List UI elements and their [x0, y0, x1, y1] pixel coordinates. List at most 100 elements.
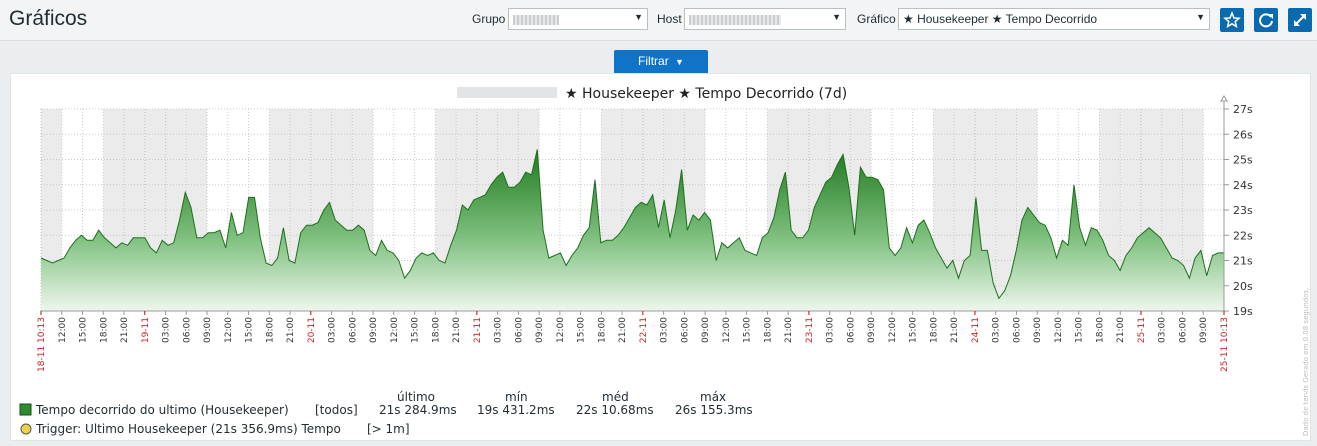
- y-tick-label: 24s: [1233, 179, 1253, 192]
- legend-item1-min: 19s 431.2ms: [477, 403, 555, 417]
- x-tick-label: 21:00: [784, 317, 794, 343]
- chevron-down-icon: ▼: [634, 12, 643, 22]
- y-axis-arrow: [1220, 95, 1228, 102]
- x-tick-label: 21:00: [286, 317, 296, 343]
- x-tick-label: 18:00: [99, 317, 109, 343]
- graph-panel: 19s 20s 21s 22s 23s 24s 25s 26s 27s 18-11 10:13 1…: [10, 73, 1311, 441]
- x-tick-label: 21:00: [120, 317, 130, 343]
- x-tick-label: 09:00: [1199, 317, 1209, 343]
- legend-item2-cond: [> 1m]: [367, 422, 410, 436]
- x-tick-label: 03:00: [992, 317, 1002, 343]
- x-tick-label: 21-11: [473, 317, 483, 343]
- refresh-button[interactable]: [1254, 8, 1278, 32]
- legend-item1-name: Tempo decorrido do ultimo (Housekeeper): [35, 403, 289, 417]
- x-tick-label: 21:00: [950, 317, 960, 343]
- x-tick-label: 18-11 10:13: [37, 317, 47, 372]
- y-tick-label: 21s: [1233, 255, 1253, 268]
- filter-toggle-button[interactable]: Filtrar ▼: [614, 50, 708, 73]
- x-tick-label: 15:00: [577, 317, 587, 343]
- graph-select-value: ★ Housekeeper ★ Tempo Decorrido: [903, 12, 1098, 26]
- y-tick-label: 25s: [1233, 154, 1253, 167]
- x-tick-label: 21:00: [452, 317, 462, 343]
- x-tick-label: 22-11: [639, 317, 649, 343]
- legend-item1-func: [todos]: [315, 403, 358, 417]
- x-tick-label: 09:00: [203, 317, 213, 343]
- x-tick-label: 06:00: [182, 317, 192, 343]
- graph-chart: 19s 20s 21s 22s 23s 24s 25s 26s 27s 18-11 10:13 1…: [19, 86, 1310, 436]
- x-tick-label: 06:00: [1178, 317, 1188, 343]
- x-tick-label: 03:00: [328, 317, 338, 343]
- x-tick-label: 15:00: [909, 317, 919, 343]
- x-tick-label: 06:00: [1012, 317, 1022, 343]
- graph-title: ★ Housekeeper ★ Tempo Decorrido (7d): [457, 86, 847, 102]
- x-tick-label: 18:00: [763, 317, 773, 343]
- x-tick-label: 18:00: [597, 317, 607, 343]
- x-tick-label: 12:00: [556, 317, 566, 343]
- y-tick-label: 20s: [1233, 280, 1253, 293]
- legend-header-max: máx: [700, 390, 726, 404]
- graph-side-note: Dado de tends Gerado em 0.08 segundos.: [1302, 288, 1310, 436]
- group-value-redacted: [513, 14, 559, 25]
- x-tick-label: 09:00: [369, 317, 379, 343]
- graph-title-host-redacted: [457, 87, 557, 98]
- host-label: Host: [657, 12, 682, 26]
- x-tick-label: 12:00: [888, 317, 898, 343]
- x-tick-label: 09:00: [1033, 317, 1043, 343]
- x-tick-label: 15:00: [1075, 317, 1085, 343]
- star-icon: [1223, 10, 1241, 29]
- legend-header-min: mín: [505, 390, 528, 404]
- legend-swatch-series: [19, 403, 32, 416]
- x-tick-label: 09:00: [701, 317, 711, 343]
- legend: último mín méd máx Tempo decorrido do ul…: [19, 390, 753, 436]
- page-header: Gráficos Grupo ▼ Host ▼ Gráfico ★ Housek…: [0, 0, 1317, 41]
- y-tick-label: 23s: [1233, 204, 1253, 217]
- x-tick-label: 12:00: [1054, 317, 1064, 343]
- legend-item1-max: 26s 155.3ms: [675, 403, 753, 417]
- x-tick-label: 15:00: [79, 317, 89, 343]
- x-tick-label: 12:00: [722, 317, 732, 343]
- host-select[interactable]: ▼: [684, 8, 846, 30]
- x-tick-label: 03:00: [1158, 317, 1168, 343]
- legend-header-last: último: [397, 390, 435, 404]
- x-tick-label: 15:00: [411, 317, 421, 343]
- fullscreen-button[interactable]: [1288, 8, 1312, 32]
- graph-label: Gráfico: [857, 12, 896, 26]
- graph-select[interactable]: ★ Housekeeper ★ Tempo Decorrido ▼: [898, 8, 1210, 30]
- x-tick-label: 06:00: [846, 317, 856, 343]
- filter-button-label: Filtrar: [638, 54, 669, 68]
- x-tick-label: 21:00: [618, 317, 628, 343]
- x-tick-label: 06:00: [348, 317, 358, 343]
- legend-trigger-icon: [20, 423, 32, 435]
- chevron-down-icon: ▼: [832, 12, 841, 22]
- x-tick-label: 03:00: [826, 317, 836, 343]
- x-tick-label: 20-11: [307, 317, 317, 343]
- group-label: Grupo: [472, 12, 506, 26]
- x-tick-label: 15:00: [245, 317, 255, 343]
- fullscreen-icon: [1294, 14, 1306, 26]
- legend-header-avg: méd: [602, 390, 629, 404]
- x-tick-label: 06:00: [514, 317, 524, 343]
- graph-title-text: ★ Housekeeper ★ Tempo Decorrido (7d): [565, 86, 847, 102]
- y-tick-label: 27s: [1233, 103, 1253, 116]
- x-tick-label: 06:00: [680, 317, 690, 343]
- x-tick-label: 18:00: [265, 317, 275, 343]
- y-tick-label: 19s: [1233, 305, 1253, 318]
- x-tick-label: 09:00: [535, 317, 545, 343]
- legend-item1-last: 21s 284.9ms: [379, 403, 457, 417]
- x-tick-label: 25-11: [1137, 317, 1147, 343]
- x-tick-label: 19-11: [141, 317, 151, 343]
- legend-item2-name: Trigger: Ultimo Housekeeper (21s 356.9ms…: [35, 422, 341, 436]
- x-tick-label: 23-11: [805, 317, 815, 343]
- favourite-button[interactable]: [1220, 8, 1244, 32]
- x-tick-label: 12:00: [390, 317, 400, 343]
- caret-down-icon: ▼: [675, 57, 684, 67]
- x-tick-label: 15:00: [743, 317, 753, 343]
- refresh-icon: [1259, 13, 1273, 28]
- x-tick-label: 12:00: [224, 317, 234, 343]
- x-tick-label: 09:00: [867, 317, 877, 343]
- x-tick-label: 03:00: [660, 317, 670, 343]
- y-tick-label: 26s: [1233, 128, 1253, 141]
- group-select[interactable]: ▼: [508, 8, 648, 30]
- host-value-redacted: [689, 14, 781, 25]
- x-tick-label: 25-11 10:13: [1220, 317, 1230, 372]
